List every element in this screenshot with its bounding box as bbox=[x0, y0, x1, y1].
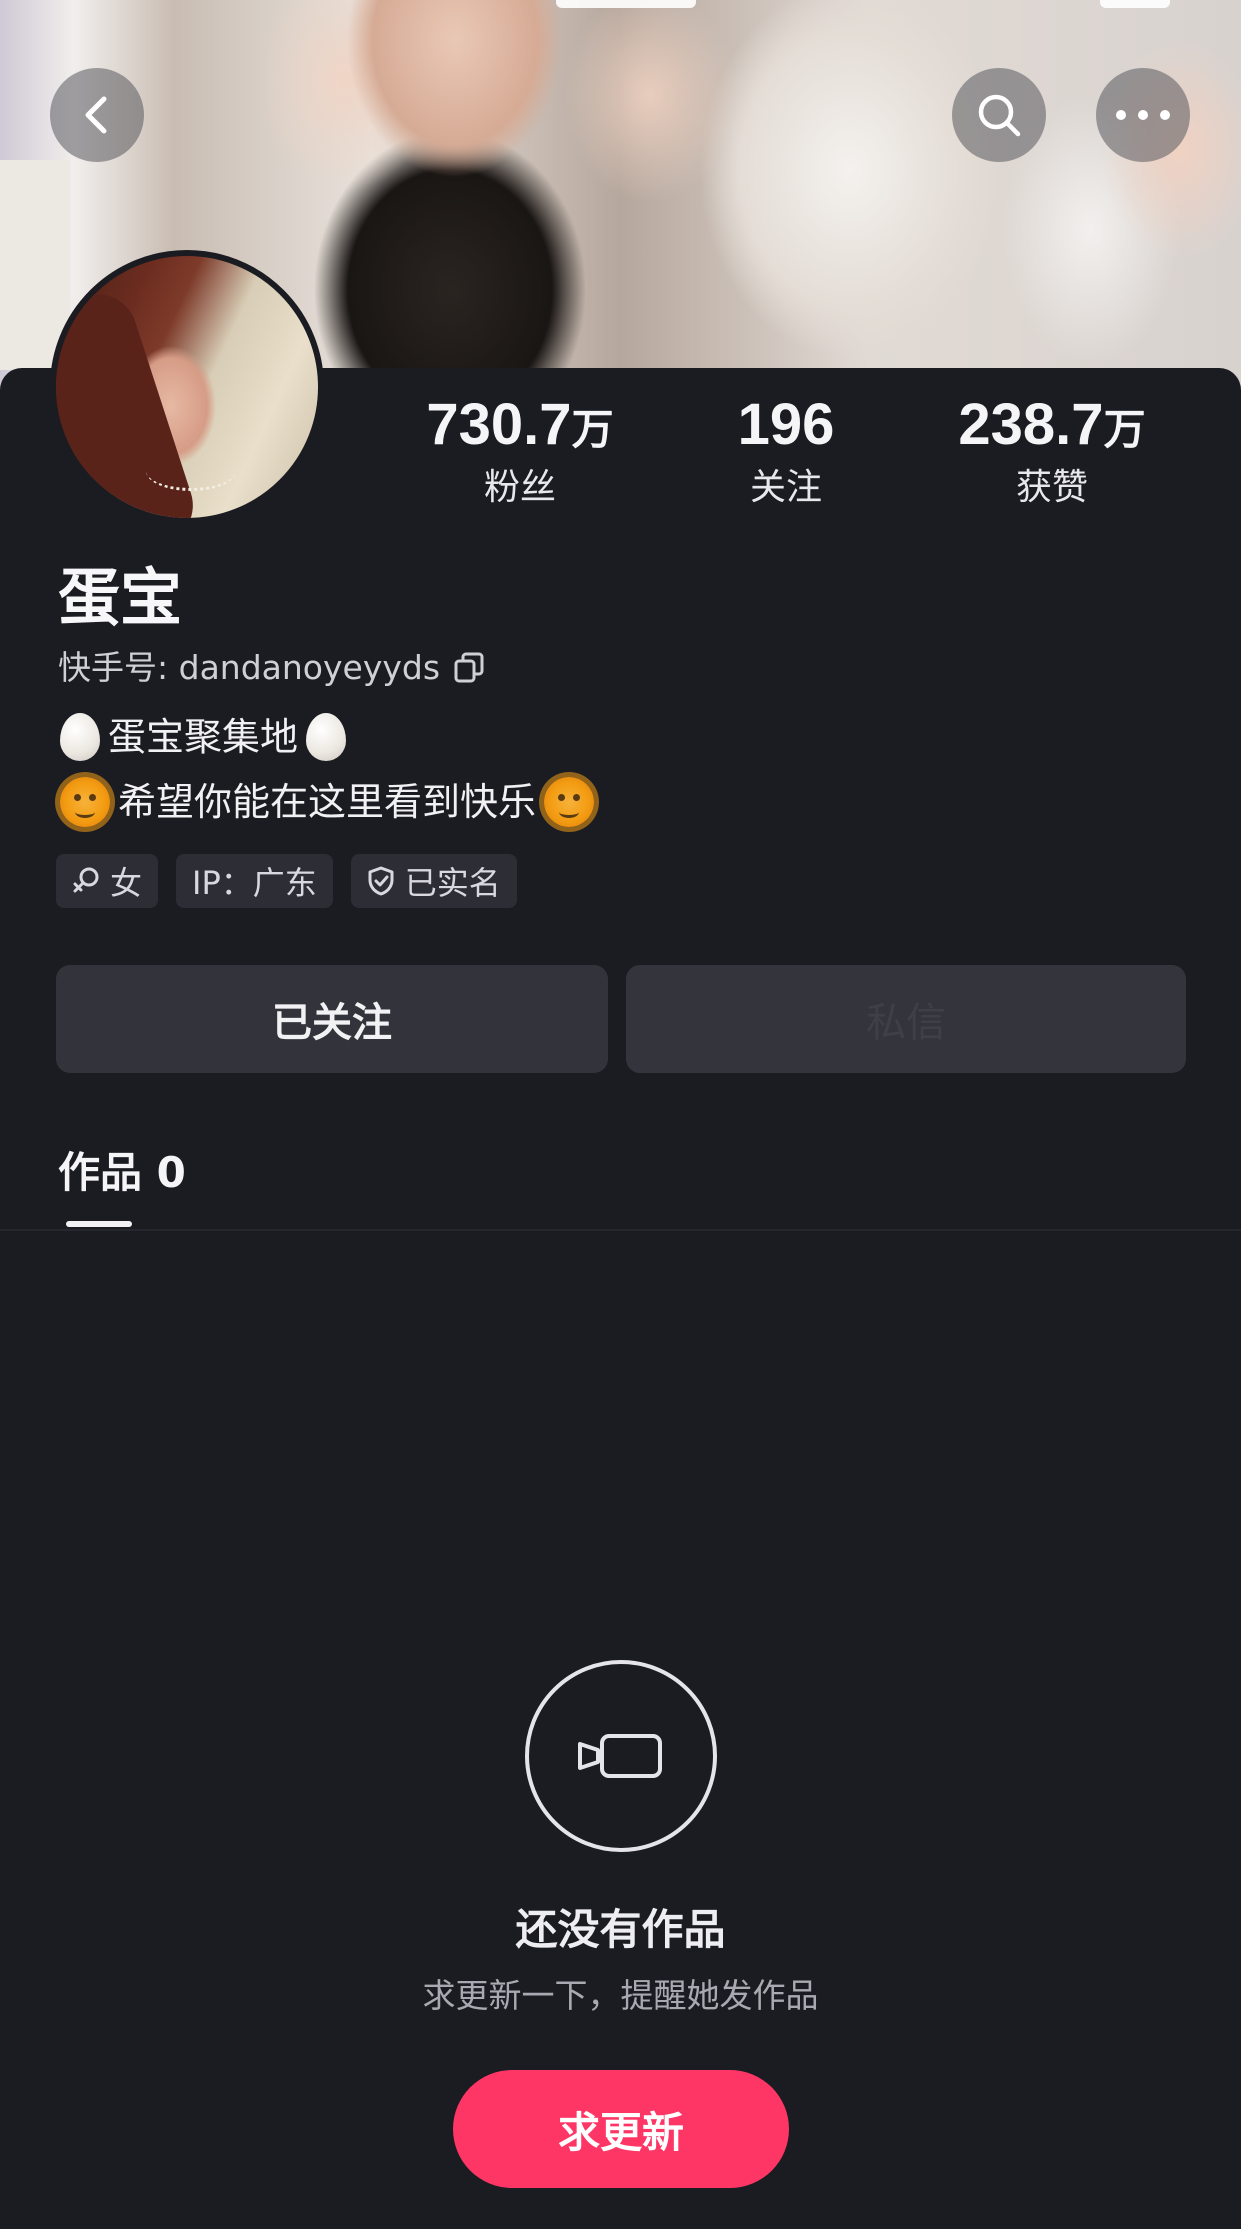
stat-fans-value: 730.7 bbox=[426, 392, 572, 457]
empty-state-subtitle: 求更新一下，提醒她发作品 bbox=[422, 1976, 819, 2015]
tab-divider bbox=[0, 1229, 1241, 1231]
stat-following-value: 196 bbox=[737, 392, 835, 457]
egg-icon bbox=[60, 713, 100, 761]
kuaishou-id-row: 快手号: dandanoyeyyds bbox=[58, 646, 484, 690]
tab-works[interactable]: 作品 0 bbox=[58, 1145, 186, 1201]
stat-fans-label: 粉丝 bbox=[483, 467, 556, 508]
more-dots-icon bbox=[1116, 110, 1170, 120]
ip-tag: IP：广东 bbox=[176, 854, 333, 908]
empty-state-title: 还没有作品 bbox=[515, 1905, 726, 1954]
stat-following-label: 关注 bbox=[749, 467, 822, 508]
followed-button[interactable]: 已关注 bbox=[56, 965, 608, 1073]
empty-works-icon-circle bbox=[525, 1660, 717, 1852]
status-bar-fragment bbox=[556, 0, 696, 8]
request-update-button[interactable]: 求更新 bbox=[453, 2070, 789, 2188]
stat-fans-unit: 万 bbox=[571, 405, 614, 454]
avatar[interactable] bbox=[50, 250, 324, 524]
search-icon bbox=[978, 94, 1021, 137]
female-icon bbox=[73, 867, 99, 893]
egg-icon bbox=[306, 713, 347, 761]
stat-likes-value: 238.7 bbox=[958, 392, 1104, 457]
bio-line-1: 蛋宝聚集地 bbox=[60, 710, 347, 764]
verified-tag-label: 已实名 bbox=[404, 864, 501, 902]
gender-tag: 女 bbox=[56, 854, 159, 908]
stat-following[interactable]: 196 关注 bbox=[666, 392, 906, 511]
search-button[interactable] bbox=[952, 68, 1046, 162]
followed-button-label: 已关注 bbox=[272, 1000, 392, 1046]
profile-name: 蛋宝 bbox=[58, 561, 183, 634]
sun-face-icon bbox=[60, 777, 110, 827]
bio-line-1-text: 蛋宝聚集地 bbox=[108, 715, 299, 759]
kuaishou-id-value: dandanoyeyyds bbox=[178, 648, 441, 687]
message-button[interactable]: 私信 bbox=[626, 965, 1186, 1073]
battery-icon bbox=[1100, 0, 1170, 8]
stat-likes-unit: 万 bbox=[1103, 405, 1146, 454]
verified-tag: 已实名 bbox=[350, 854, 517, 908]
video-camera-icon bbox=[578, 1734, 662, 1778]
tab-active-indicator bbox=[66, 1221, 132, 1227]
kuaishou-id-label: 快手号: bbox=[58, 648, 169, 687]
shield-check-icon bbox=[368, 866, 394, 896]
back-button[interactable] bbox=[50, 68, 144, 162]
more-button[interactable] bbox=[1096, 68, 1190, 162]
stat-likes[interactable]: 238.7万 获赞 bbox=[932, 392, 1172, 511]
bio-line-2: 希望你能在这里看到快乐 bbox=[60, 775, 595, 829]
copy-icon[interactable] bbox=[454, 652, 484, 684]
request-update-button-label: 求更新 bbox=[557, 2107, 684, 2157]
sun-face-icon bbox=[544, 777, 595, 827]
ip-tag-label: IP：广东 bbox=[192, 864, 317, 902]
bio-line-2-text: 希望你能在这里看到快乐 bbox=[118, 780, 537, 824]
stat-fans[interactable]: 730.7万 粉丝 bbox=[400, 392, 640, 511]
profile-tags: 女 IP：广东 已实名 bbox=[56, 854, 517, 908]
message-button-label: 私信 bbox=[866, 1000, 946, 1046]
stat-likes-label: 获赞 bbox=[1015, 467, 1088, 508]
chevron-left-icon bbox=[85, 96, 107, 134]
gender-tag-label: 女 bbox=[110, 864, 143, 902]
